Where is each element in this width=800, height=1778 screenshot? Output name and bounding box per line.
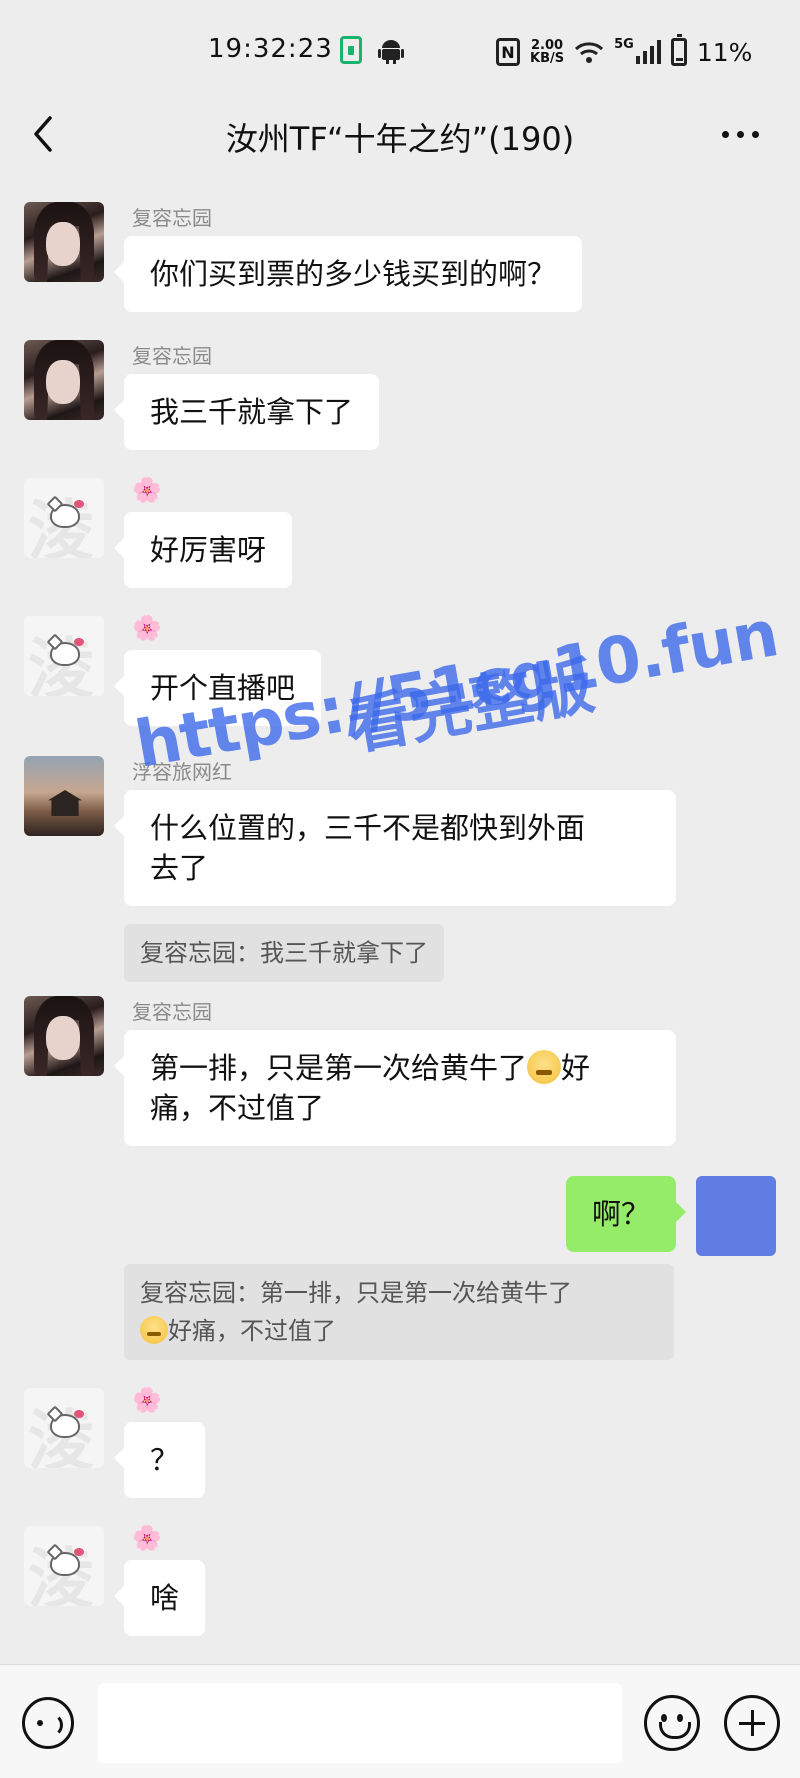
input-bar: [0, 1664, 800, 1778]
chat-title: 汝州TF“十年之约”(190): [225, 120, 575, 158]
battery-percent: 11%: [696, 37, 753, 67]
cherry-blossom-icon: 🌸: [132, 614, 162, 642]
message-input[interactable]: [98, 1683, 622, 1763]
sender-name: 复容忘园: [132, 1000, 212, 1024]
grimace-emoji-icon: [140, 1316, 168, 1344]
message-bubble[interactable]: 什么位置的，三千不是都快到外面 去了: [114, 790, 676, 906]
sender-name: 复容忘园: [132, 344, 212, 368]
nfc-icon: N: [496, 38, 520, 66]
battery-saver-icon: [340, 36, 362, 64]
grimace-emoji-icon: [527, 1050, 562, 1084]
message-line: 去了: [150, 851, 209, 885]
message-bubble[interactable]: ？: [113, 1422, 206, 1498]
status-time: 19:32:23: [208, 34, 333, 64]
message-bubble[interactable]: 第一排，只是第一次给黄牛了好 痛，不过值了: [114, 1030, 676, 1146]
cherry-blossom-icon: 🌸: [132, 1524, 162, 1552]
plus-icon[interactable]: [724, 1695, 780, 1751]
android-icon: [378, 40, 404, 64]
cherry-blossom-icon: 🌸: [132, 476, 162, 504]
voice-icon[interactable]: [22, 1697, 74, 1749]
quote-line: 好痛，不过值了: [168, 1317, 336, 1345]
self-avatar[interactable]: [696, 1176, 776, 1256]
signal-icon: [635, 40, 661, 64]
emoji-icon[interactable]: [644, 1695, 700, 1751]
avatar[interactable]: [24, 756, 104, 836]
avatar[interactable]: 淩: [24, 478, 104, 558]
message-bubble[interactable]: 好厉害呀: [113, 512, 293, 588]
quote-line: 复容忘园：第一排，只是第一次给黄牛了: [140, 1279, 572, 1307]
avatar[interactable]: 淩: [24, 1388, 104, 1468]
message-bubble[interactable]: 啥: [113, 1560, 206, 1636]
message-bubble[interactable]: 开个直播吧: [113, 650, 322, 726]
sender-name: 复容忘园: [132, 206, 212, 230]
message-line: 好: [561, 1051, 591, 1085]
message-line: 第一排，只是第一次给黄牛了: [150, 1051, 528, 1085]
message-line: 什么位置的，三千不是都快到外面: [150, 811, 586, 845]
avatar[interactable]: 淩: [24, 616, 104, 696]
wifi-icon: [575, 42, 604, 63]
avatar[interactable]: [24, 996, 104, 1076]
message-bubble-self[interactable]: 啊？: [565, 1176, 687, 1252]
battery-icon: [670, 34, 687, 66]
quoted-message[interactable]: 复容忘园：第一排，只是第一次给黄牛了 好痛，不过值了: [124, 1264, 674, 1360]
avatar[interactable]: 淩: [24, 1526, 104, 1606]
quoted-message[interactable]: 复容忘园：我三千就拿下了: [124, 924, 444, 982]
chat-header: 汝州TF“十年之约”(190): [0, 100, 800, 170]
message-bubble[interactable]: 我三千就拿下了: [113, 374, 380, 450]
message-line: 痛，不过值了: [150, 1091, 325, 1125]
avatar[interactable]: [24, 202, 104, 282]
message-bubble[interactable]: 你们买到票的多少钱买到的啊？: [113, 236, 583, 312]
more-icon[interactable]: [722, 122, 766, 146]
status-bar: 19:32:23 N 2.00 KB/S 5G 11%: [0, 0, 800, 100]
net-speed-unit: KB/S: [530, 51, 565, 66]
avatar[interactable]: [24, 340, 104, 420]
net-speed: 2.00 KB/S: [530, 39, 564, 65]
status-right: N 2.00 KB/S 5G 11%: [496, 32, 752, 72]
cherry-blossom-icon: 🌸: [132, 1386, 162, 1414]
watermark-caption: 看完整版: [342, 648, 600, 764]
network-type: 5G: [614, 36, 634, 52]
sender-name: 浮容旅网红: [132, 760, 232, 784]
